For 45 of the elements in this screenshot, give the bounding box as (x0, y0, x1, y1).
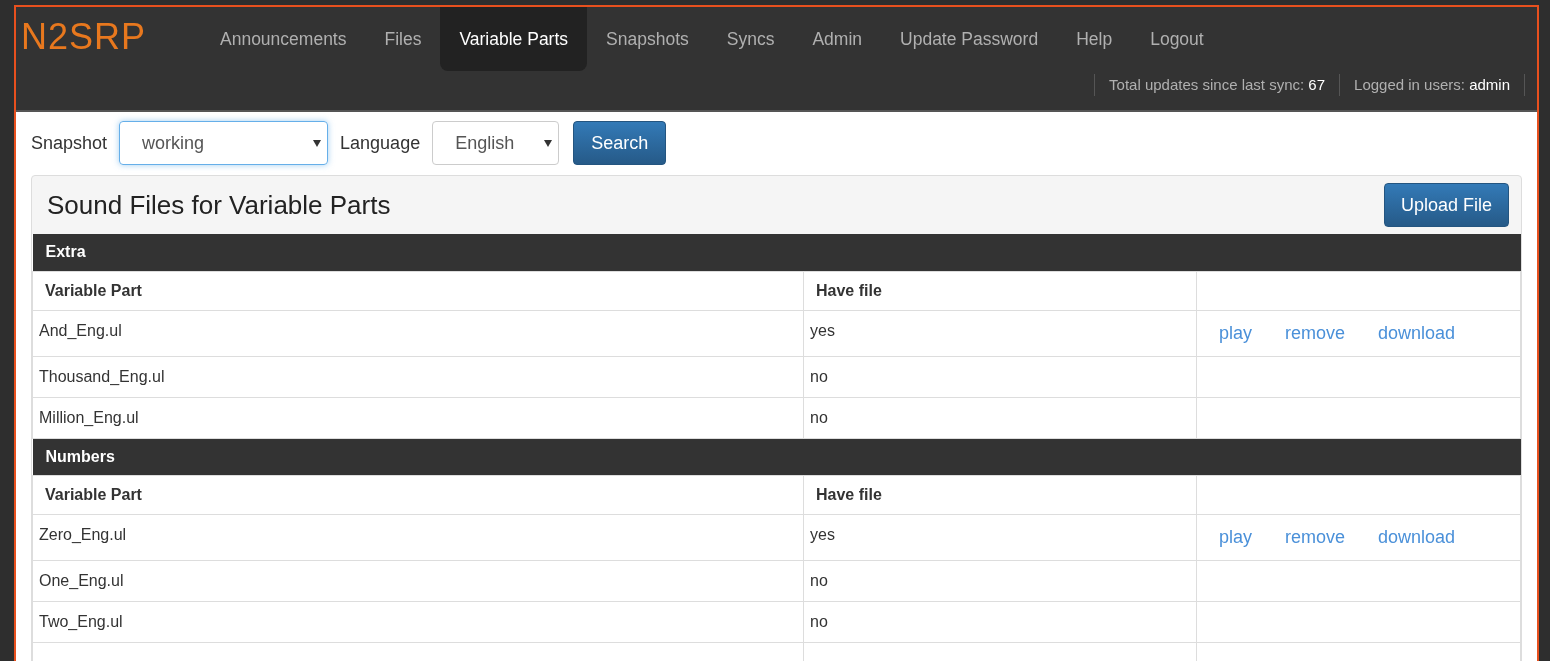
column-header: Variable Part (32, 271, 804, 310)
nav-tab[interactable]: Help (1057, 7, 1132, 71)
group-header: Extra (32, 234, 1521, 271)
nav-tab[interactable]: Files (365, 7, 441, 71)
nav-tab[interactable]: Announcements (201, 7, 366, 71)
nav-tab[interactable]: Variable Parts (440, 7, 588, 71)
action-link[interactable]: play (1219, 523, 1253, 551)
table-cell: yes (803, 310, 1197, 356)
table-cell: Thousand_Eng.ul (32, 356, 804, 397)
table-cell: no (803, 601, 1197, 642)
action-link[interactable]: play (1219, 319, 1253, 347)
snapshot-select[interactable]: working (119, 121, 329, 165)
table-cell: Zero_Eng.ul (32, 514, 804, 560)
table-cell: no (803, 560, 1197, 601)
caret-icon (544, 139, 553, 147)
table-cell: And_Eng.ul (32, 310, 804, 356)
column-header: Variable Part (32, 475, 804, 514)
table-cell: no (803, 356, 1197, 397)
table-cell: no (803, 397, 1197, 438)
snapshot-label: Snapshot (31, 131, 108, 155)
language-label: Language (340, 131, 421, 155)
column-header: Have file (803, 271, 1197, 310)
table-cell: Million_Eng.ul (32, 397, 804, 438)
group-header: Numbers (32, 438, 1521, 475)
nav-tab[interactable]: Logout (1131, 7, 1223, 71)
language-select[interactable]: English (432, 121, 560, 165)
nav-tab[interactable]: Admin (793, 7, 882, 71)
search-button[interactable]: Search (573, 121, 667, 165)
caret-icon (313, 139, 322, 147)
upload-file-button[interactable]: Upload File (1383, 183, 1509, 227)
column-header: Have file (803, 475, 1197, 514)
status-text: Total updates since last sync: 67 (1109, 75, 1326, 95)
table-cell: One_Eng.ul (32, 560, 804, 601)
nav-tab[interactable]: Syncs (707, 7, 794, 71)
action-link[interactable]: remove (1285, 523, 1346, 551)
table-cell: yes (803, 514, 1197, 560)
nav-tab[interactable]: Update Password (881, 7, 1058, 71)
action-link[interactable]: download (1378, 319, 1456, 347)
status-text: Logged in users: admin (1354, 75, 1510, 95)
panel-title: Sound Files for Variable Parts (47, 188, 391, 222)
action-link[interactable]: remove (1285, 319, 1346, 347)
action-link[interactable]: download (1378, 523, 1456, 551)
table-cell: Two_Eng.ul (32, 601, 804, 642)
brand-logo[interactable]: N2SRP (21, 19, 201, 55)
nav-tab[interactable]: Snapshots (587, 7, 708, 71)
